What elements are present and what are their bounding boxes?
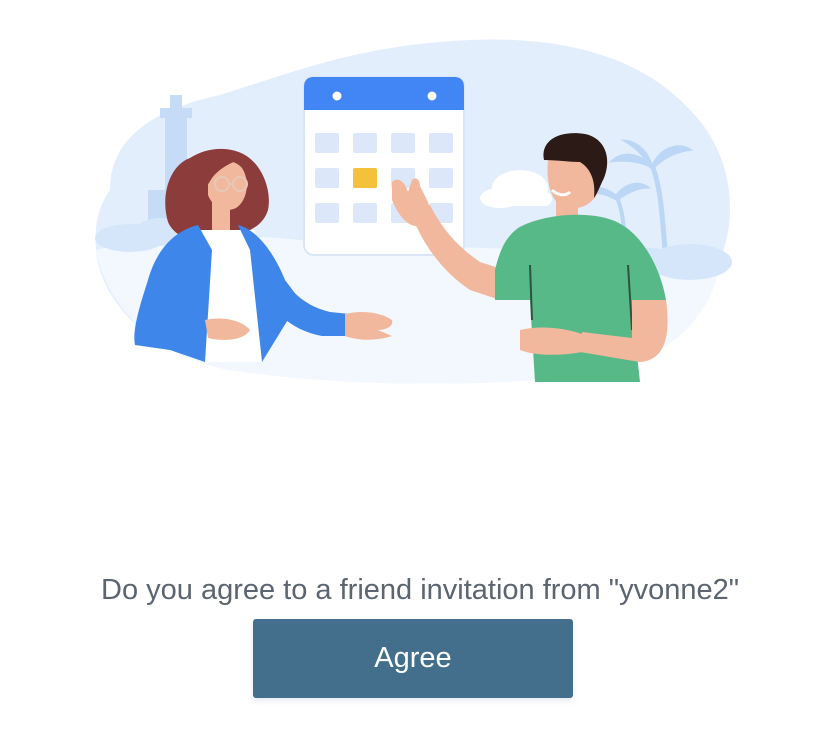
friends-calendar-illustration bbox=[95, 39, 732, 384]
invitation-message: Do you agree to a friend invitation from… bbox=[101, 574, 739, 606]
agree-button[interactable]: Agree bbox=[253, 619, 573, 698]
calendar-highlight-day bbox=[353, 168, 377, 188]
